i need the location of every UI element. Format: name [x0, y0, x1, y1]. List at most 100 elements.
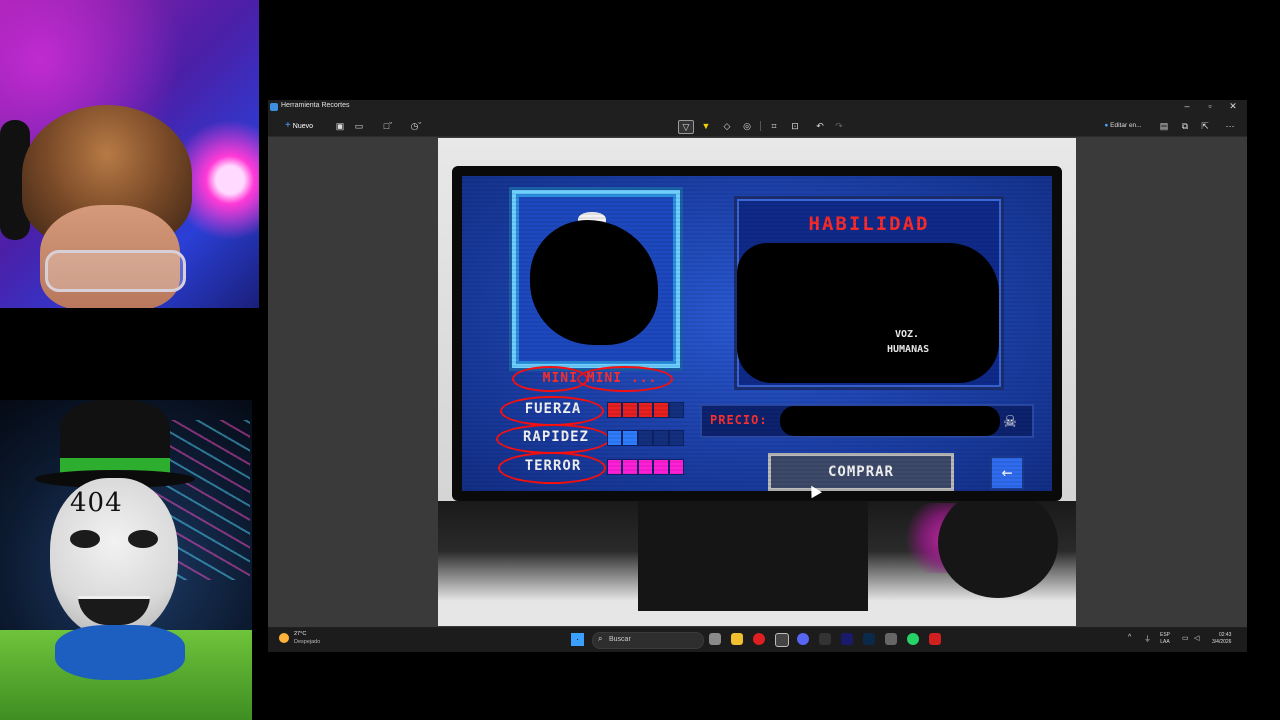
forehead-text: 404	[70, 488, 123, 518]
speaker	[938, 488, 1058, 598]
skull-icon: ☠	[1004, 408, 1017, 432]
app-icon	[270, 103, 278, 111]
stat-segment	[608, 403, 622, 417]
stat-bar-terror	[607, 459, 684, 475]
app-icon-lrc[interactable]	[819, 633, 831, 645]
stat-segment	[608, 431, 622, 445]
volume-icon[interactable]: ◁	[1194, 634, 1199, 642]
weather-desc: Despejado	[294, 639, 321, 645]
bow-tie	[55, 625, 185, 680]
stat-label-terror: TERROR	[524, 458, 582, 474]
network-icon[interactable]: ▭	[1182, 634, 1189, 642]
tray-chevron-icon[interactable]: ^	[1128, 634, 1131, 641]
toolbar: + Nuevo ▣ ▭ □ˇ ◷ˇ ▽ ▼ ◇ ◎ ⌗ ⊡ ↶ ↷ ● Edit…	[268, 116, 1247, 137]
stat-segment	[623, 403, 637, 417]
window-title: Herramienta Recortes	[281, 102, 350, 109]
stat-segment	[623, 431, 637, 445]
character-name: MINI MINI ...	[542, 371, 658, 386]
new-button[interactable]: + Nuevo	[280, 120, 318, 132]
language-indicator[interactable]: ESP LAA	[1160, 632, 1170, 646]
date: 3/4/2026	[1212, 639, 1232, 645]
snipping-tool-window: Herramienta Recortes – ▫ ✕ + Nuevo ▣ ▭ □…	[268, 100, 1247, 652]
ability-panel: HABILIDAD VOZ. HUMANAS	[734, 196, 1004, 390]
video-icon[interactable]: ▭	[353, 120, 365, 132]
search-icon: ⌕	[598, 634, 603, 643]
stat-bar-rapidez	[607, 430, 684, 446]
ocr-icon[interactable]: ⊡	[789, 120, 801, 132]
minimize-button[interactable]: –	[1180, 101, 1194, 111]
search-input[interactable]: ⌕ Buscar	[592, 632, 704, 649]
maximize-button[interactable]: ▫	[1203, 101, 1217, 111]
copilot-icon: ●	[1104, 122, 1109, 129]
snipping-tool-icon[interactable]	[885, 633, 897, 645]
mic-icon[interactable]: ⏚	[1144, 634, 1151, 644]
crop-icon[interactable]: ⌗	[768, 120, 780, 132]
streamer-glasses	[45, 250, 186, 292]
close-button[interactable]: ✕	[1226, 101, 1240, 112]
ability-text-line1: VOZ.	[895, 329, 920, 340]
captured-photo: MINI MINI ... FUERZA RAPIDEZ TERROR HABI…	[438, 138, 1076, 626]
discord-icon[interactable]	[797, 633, 809, 645]
stat-segment	[638, 431, 653, 445]
stat-segment	[623, 460, 637, 474]
edit-in-label: Editar en...	[1110, 122, 1142, 129]
shapes-icon[interactable]: ◎	[741, 120, 753, 132]
price-box: PRECIO: ☠	[700, 404, 1034, 438]
ability-text-line2: HUMANAS	[887, 344, 930, 355]
monitor-stand	[638, 501, 868, 611]
redacted-price	[780, 406, 1000, 436]
stat-label-fuerza: FUERZA	[524, 401, 582, 417]
rectangle-mode-icon[interactable]: □ˇ	[379, 120, 397, 132]
photoshop-icon[interactable]	[863, 633, 875, 645]
task-view-icon[interactable]	[709, 633, 721, 645]
right-eye	[128, 530, 158, 548]
copy-icon[interactable]: ⧉	[1179, 120, 1191, 132]
edit-in-button[interactable]: ● Editar en...	[1098, 120, 1148, 132]
app-icon-red[interactable]	[929, 633, 941, 645]
stat-segment	[669, 460, 684, 474]
character-portrait-frame	[512, 190, 680, 368]
language-line1: ESP	[1160, 632, 1171, 638]
search-placeholder: Buscar	[609, 636, 631, 643]
redacted-ability	[737, 243, 999, 383]
windows-start-icon[interactable]	[571, 633, 584, 646]
stat-segment	[669, 403, 684, 417]
game-screen: MINI MINI ... FUERZA RAPIDEZ TERROR HABI…	[462, 176, 1052, 491]
new-label: Nuevo	[292, 123, 314, 130]
taskbar: 27°C Despejado ⌕ Buscar ^ ⏚ ESP LAA ▭ ◁ …	[268, 628, 1247, 652]
eraser-icon[interactable]: ◇	[721, 120, 733, 132]
more-icon[interactable]: ⋯	[1224, 120, 1236, 132]
stat-segment	[654, 403, 668, 417]
plus-icon: +	[284, 120, 291, 131]
stat-segment	[654, 431, 668, 445]
stat-segment	[638, 403, 653, 417]
delay-icon[interactable]: ◷ˇ	[407, 120, 425, 132]
whatsapp-icon[interactable]	[907, 633, 919, 645]
clock[interactable]: 02:43 3/4/2026	[1212, 632, 1231, 646]
share-icon[interactable]: ⇱	[1199, 120, 1211, 132]
monitor: MINI MINI ... FUERZA RAPIDEZ TERROR HABI…	[452, 166, 1062, 501]
capture-canvas: MINI MINI ... FUERZA RAPIDEZ TERROR HABI…	[268, 137, 1247, 627]
premiere-icon[interactable]	[841, 633, 853, 645]
file-explorer-icon[interactable]	[731, 633, 743, 645]
undo-icon[interactable]: ↶	[814, 120, 826, 132]
pen-icon[interactable]: ▽	[678, 120, 694, 134]
time: 02:43	[1218, 632, 1232, 638]
weather-temp: 27°C	[294, 631, 307, 637]
highlighter-icon[interactable]: ▼	[700, 120, 712, 132]
webcam-clown-avatar: 404	[0, 400, 252, 720]
buy-button[interactable]: COMPRAR	[768, 453, 954, 491]
settings-icon[interactable]	[775, 633, 789, 647]
save-icon[interactable]: ▤	[1158, 120, 1170, 132]
price-label: PRECIO:	[710, 413, 768, 427]
redacted-character	[530, 220, 658, 345]
weather-moon-icon[interactable]	[279, 633, 289, 643]
stat-label-rapidez: RAPIDEZ	[522, 429, 589, 445]
ability-title: HABILIDAD	[808, 213, 930, 235]
stat-segment	[638, 460, 653, 474]
webcam-streamer	[0, 0, 259, 308]
camera-icon[interactable]: ▣	[334, 120, 346, 132]
opera-icon[interactable]	[753, 633, 765, 645]
back-arrow-icon[interactable]: ←	[990, 456, 1024, 490]
redo-icon[interactable]: ↷	[833, 120, 845, 132]
